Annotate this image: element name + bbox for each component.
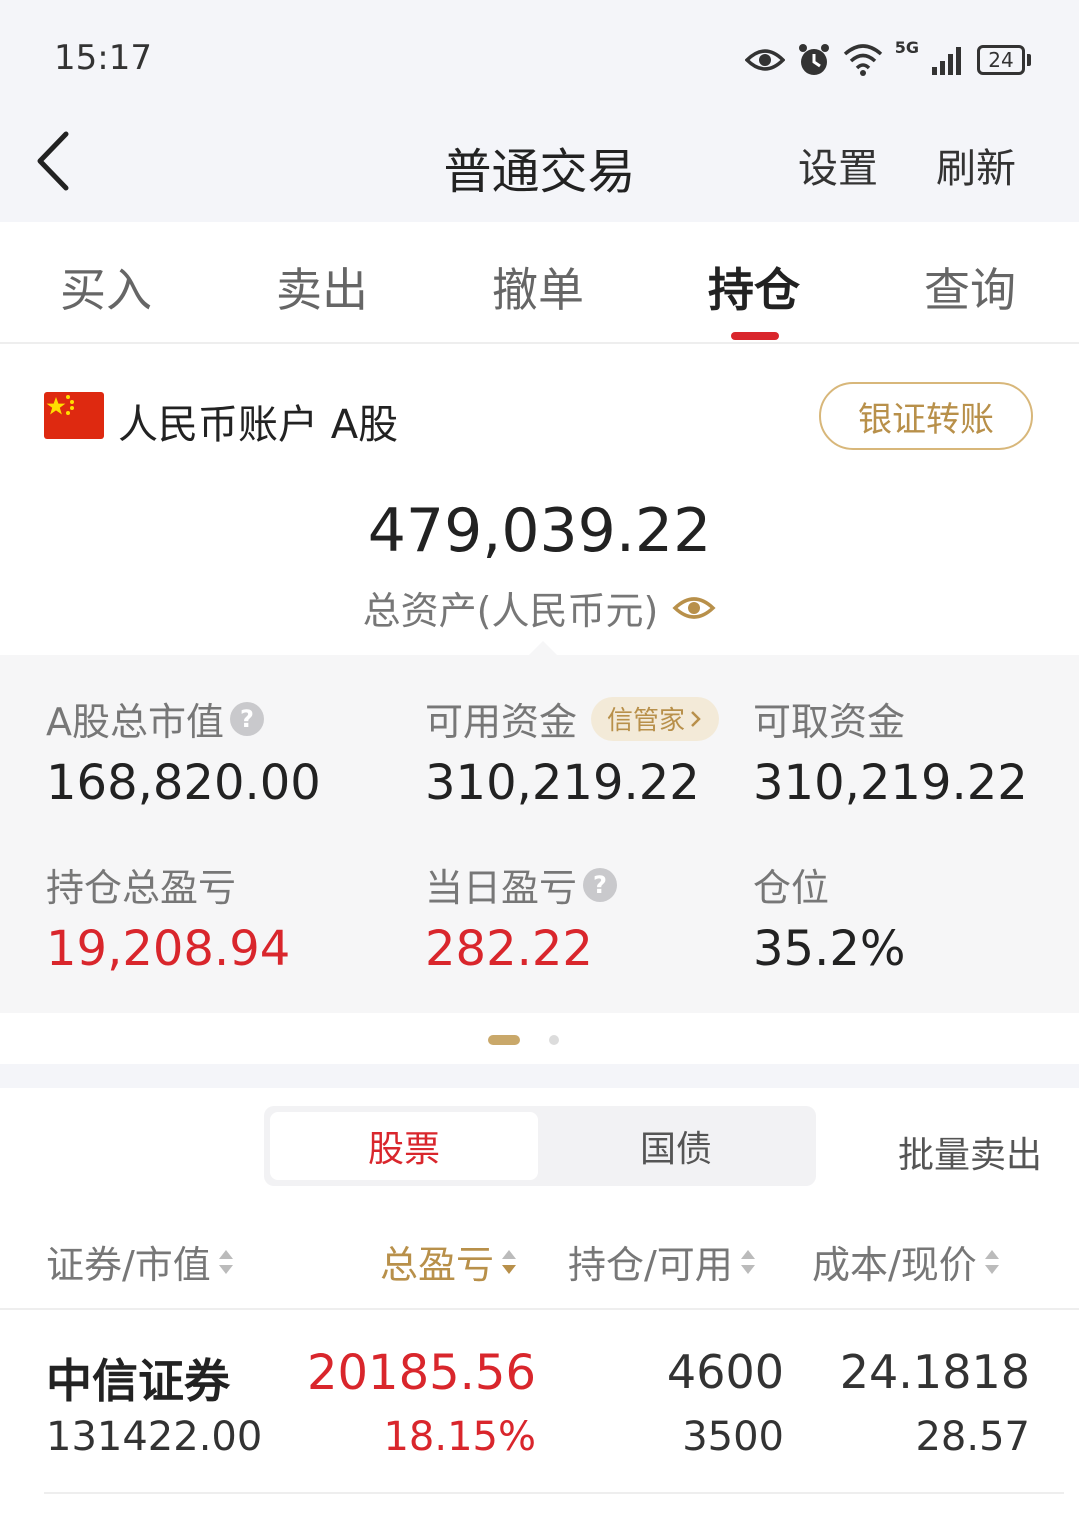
tab-holdings[interactable]: 持仓 (708, 254, 800, 320)
withdrawable-funds-label: 可取资金 (753, 700, 906, 744)
section-divider (0, 1064, 1079, 1088)
active-tab-indicator (731, 332, 779, 340)
china-flag-icon (44, 392, 104, 439)
column-cost[interactable]: 成本/现价 (812, 1234, 1001, 1289)
withdrawable-funds-value: 310,219.22 (753, 755, 1028, 811)
tab-query[interactable]: 查询 (924, 254, 1016, 320)
stock-quantity: 4600 (666, 1345, 784, 1399)
daily-pl-label: 当日盈亏 ? (425, 857, 618, 912)
available-funds-text: 可用资金 (425, 700, 578, 744)
tab-sell[interactable]: 卖出 (276, 254, 368, 320)
nav-bar: 普通交易 设置 刷新 (0, 110, 1079, 222)
column-security-label: 证券/市值 (46, 1243, 211, 1287)
pager-dot[interactable] (549, 1035, 559, 1045)
available-funds-label: 可用资金 信管家 (425, 691, 720, 746)
a-share-market-value-text: A股总市值 (46, 700, 224, 744)
help-icon[interactable]: ? (230, 701, 264, 736)
column-holding-label: 持仓/可用 (568, 1243, 733, 1287)
column-total-pl[interactable]: 总盈亏 (380, 1234, 518, 1289)
stock-name: 中信证券 (46, 1354, 230, 1408)
status-bar: 15:17 5G 24 (0, 0, 1079, 110)
bank-transfer-button[interactable]: 银证转账 (819, 382, 1033, 450)
network-type-label: 5G (894, 38, 919, 57)
stock-pl-percent: 18.15% (383, 1414, 536, 1460)
stock-pl-amount: 20185.56 (306, 1345, 536, 1401)
stats-panel-notch (528, 641, 558, 656)
segment-stocks[interactable]: 股票 (270, 1112, 538, 1180)
header-divider (0, 1308, 1079, 1310)
column-holding[interactable]: 持仓/可用 (568, 1234, 757, 1289)
wifi-icon (843, 44, 882, 76)
total-assets-value: 479,039.22 (367, 496, 712, 566)
status-time: 15:17 (54, 38, 152, 78)
total-assets-label-row: 总资产(人民币元) (0, 580, 1079, 635)
sort-icon (984, 1249, 999, 1274)
available-funds-value: 310,219.22 (425, 755, 700, 811)
eye-icon (744, 49, 785, 71)
help-icon[interactable]: ? (583, 867, 618, 902)
account-row: 人民币账户 A股 银证转账 (0, 344, 1079, 464)
daily-pl-value: 282.22 (425, 921, 593, 977)
daily-pl-text: 当日盈亏 (425, 866, 578, 910)
sort-desc-icon (502, 1249, 517, 1274)
xinguanjia-label: 信管家 (607, 706, 686, 736)
tab-cancel[interactable]: 撤单 (492, 254, 584, 320)
battery-icon: 24 (977, 45, 1031, 75)
chevron-right-icon (691, 710, 701, 727)
sort-icon (218, 1249, 233, 1274)
holding-pl-value: 19,208.94 (46, 921, 291, 977)
sort-icon (740, 1249, 755, 1274)
settings-button[interactable]: 设置 (798, 136, 878, 194)
segment-bonds[interactable]: 国债 (542, 1112, 810, 1180)
holding-pl-label: 持仓总盈亏 (46, 866, 237, 910)
refresh-button[interactable]: 刷新 (936, 136, 1016, 194)
position-ratio-value: 35.2% (753, 921, 906, 977)
status-icons: 5G 24 (744, 38, 1031, 80)
row-divider (44, 1492, 1064, 1494)
stock-market-value: 131422.00 (46, 1414, 263, 1460)
position-ratio-label: 仓位 (753, 866, 830, 910)
account-label: 人民币账户 A股 (118, 402, 399, 448)
column-cost-label: 成本/现价 (812, 1243, 977, 1287)
alarm-icon (798, 44, 829, 75)
column-total-pl-label: 总盈亏 (380, 1243, 495, 1287)
asset-type-segment: 股票 国债 (264, 1106, 816, 1186)
battery-level: 24 (988, 48, 1014, 72)
pager-dot-active[interactable] (488, 1035, 520, 1045)
stock-available: 3500 (682, 1414, 784, 1460)
a-share-market-value: 168,820.00 (46, 755, 321, 811)
stats-panel[interactable]: A股总市值 ? 168,820.00 可用资金 信管家 310,219.22 可… (0, 655, 1079, 1013)
eye-toggle-icon[interactable] (672, 594, 716, 622)
page-title: 普通交易 (443, 144, 636, 200)
xinguanjia-button[interactable]: 信管家 (591, 696, 720, 741)
stock-price: 28.57 (915, 1414, 1030, 1460)
tab-buy[interactable]: 买入 (60, 254, 152, 320)
trade-tabs: 买入 卖出 撤单 持仓 查询 (0, 222, 1079, 344)
pager-dots (0, 1035, 1079, 1047)
column-security[interactable]: 证券/市值 (46, 1234, 235, 1289)
a-share-market-value-label: A股总市值 ? (46, 691, 264, 746)
signal-icon (932, 47, 961, 75)
stock-cost: 24.1818 (839, 1345, 1030, 1399)
total-assets-label: 总资产(人民币元) (362, 589, 659, 633)
batch-sell-button[interactable]: 批量卖出 (898, 1126, 1042, 1178)
